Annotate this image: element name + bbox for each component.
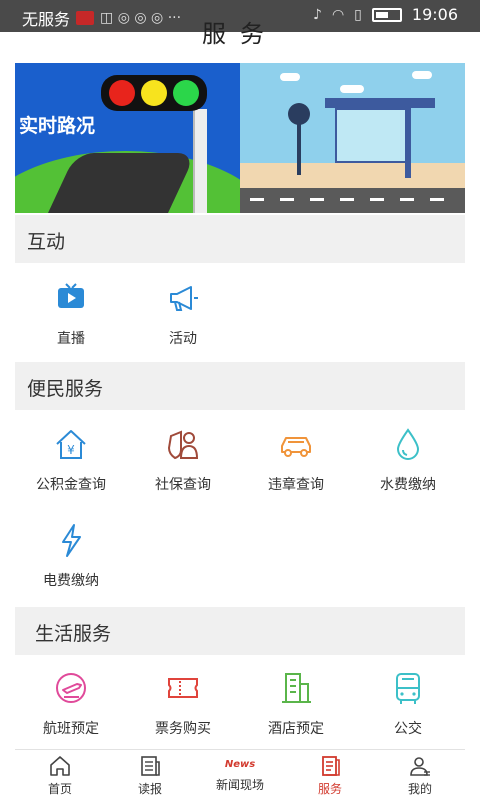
plane-icon — [56, 673, 86, 703]
hotel-icon — [282, 673, 311, 703]
grid-item-label: 电费缴纳 — [43, 573, 99, 589]
grid-item-electricity-bill[interactable]: 电费缴纳 — [15, 520, 127, 590]
road-dash — [280, 198, 294, 201]
grid-item-label: 直播 — [57, 331, 85, 347]
grid-item-label: 票务购买 — [155, 721, 211, 737]
section-life-header: 生活服务 — [15, 607, 465, 655]
grid-item-water-bill[interactable]: 水费缴纳 — [352, 424, 464, 494]
ticket-icon — [168, 678, 198, 698]
road-dash — [370, 198, 384, 201]
section-interaction-header: 互动 — [15, 215, 465, 263]
nav-item-mine[interactable]: 我的 — [375, 754, 465, 797]
cloud-shape — [340, 85, 364, 93]
shelter-glass — [335, 108, 407, 163]
nav-label: 读报 — [137, 782, 162, 796]
grid-item-label: 公积金查询 — [36, 477, 106, 493]
yellow-light — [141, 80, 167, 106]
page-header: 服务 — [0, 14, 480, 60]
car-icon — [281, 437, 311, 457]
road-dash — [250, 198, 264, 201]
megaphone-icon — [170, 286, 198, 311]
section-convenience-header: 便民服务 — [15, 362, 465, 410]
traffic-light-icon — [101, 75, 207, 111]
nav-item-home[interactable]: 首页 — [15, 754, 105, 797]
bottom-nav: 首页 读报 News 新闻现场 服务 我的 — [15, 749, 465, 800]
grid-item-bus[interactable]: 公交 — [352, 668, 464, 738]
nav-label: 服务 — [317, 782, 342, 796]
traffic-light-pole — [193, 109, 207, 213]
nav-label: 我的 — [407, 782, 432, 796]
traffic-banner[interactable]: 实时路况 — [15, 63, 240, 213]
shelter-post — [405, 108, 411, 178]
road-dash — [340, 198, 354, 201]
banner-left-text: 实时路况 — [19, 115, 96, 137]
page-title: 服务 — [202, 20, 278, 48]
nav-label: 新闻现场 — [215, 778, 264, 792]
nav-item-news[interactable]: News 新闻现场 — [195, 754, 285, 793]
bus-sign-pole — [297, 123, 301, 175]
grid-item-label: 违章查询 — [268, 477, 324, 493]
news-icon: News — [224, 759, 256, 770]
shield-user-icon — [167, 430, 199, 460]
bus-stop-sign-icon — [288, 103, 310, 125]
shelter-roof — [325, 98, 435, 108]
road-dash — [310, 198, 324, 201]
svg-text:¥: ¥ — [67, 443, 75, 457]
water-drop-icon — [396, 428, 420, 460]
newspaper-icon — [141, 756, 160, 776]
grid-item-activity[interactable]: 活动 — [127, 278, 239, 348]
grid-item-violation[interactable]: 违章查询 — [240, 424, 352, 494]
bus-stop-banner[interactable] — [240, 63, 465, 213]
red-light — [109, 80, 135, 106]
lightning-icon — [62, 524, 81, 557]
section-title: 便民服务 — [27, 378, 104, 400]
user-icon — [410, 757, 430, 776]
grid-item-label: 航班预定 — [43, 721, 99, 737]
nav-item-newspaper[interactable]: 读报 — [105, 754, 195, 797]
grid-item-label: 公交 — [394, 721, 422, 737]
banner[interactable]: 实时路况 — [15, 63, 465, 213]
grid-item-label: 活动 — [169, 331, 197, 347]
bus-icon — [396, 673, 420, 704]
nav-label: 首页 — [47, 782, 72, 796]
road-dash — [400, 198, 414, 201]
section-title: 互动 — [27, 231, 66, 253]
grid-item-label: 水费缴纳 — [380, 477, 436, 493]
grid-item-label: 酒店预定 — [268, 721, 324, 737]
service-icon — [322, 756, 340, 776]
house-yen-icon: ¥ — [56, 430, 86, 459]
grid-item-ticket[interactable]: 票务购买 — [127, 668, 239, 738]
tv-icon — [58, 283, 84, 308]
home-icon — [50, 756, 70, 776]
grid-item-housing-fund[interactable]: ¥ 公积金查询 — [15, 424, 127, 494]
grid-item-live[interactable]: 直播 — [15, 278, 127, 348]
grid-item-hotel[interactable]: 酒店预定 — [240, 668, 352, 738]
nav-item-service[interactable]: 服务 — [285, 754, 375, 797]
cloud-shape — [412, 71, 432, 79]
grid-item-label: 社保查询 — [155, 477, 211, 493]
grid-item-social-security[interactable]: 社保查询 — [127, 424, 239, 494]
road-dash — [430, 198, 444, 201]
cloud-shape — [280, 73, 300, 81]
grid-item-flight[interactable]: 航班预定 — [15, 668, 127, 738]
green-light — [173, 80, 199, 106]
section-title: 生活服务 — [35, 623, 112, 645]
